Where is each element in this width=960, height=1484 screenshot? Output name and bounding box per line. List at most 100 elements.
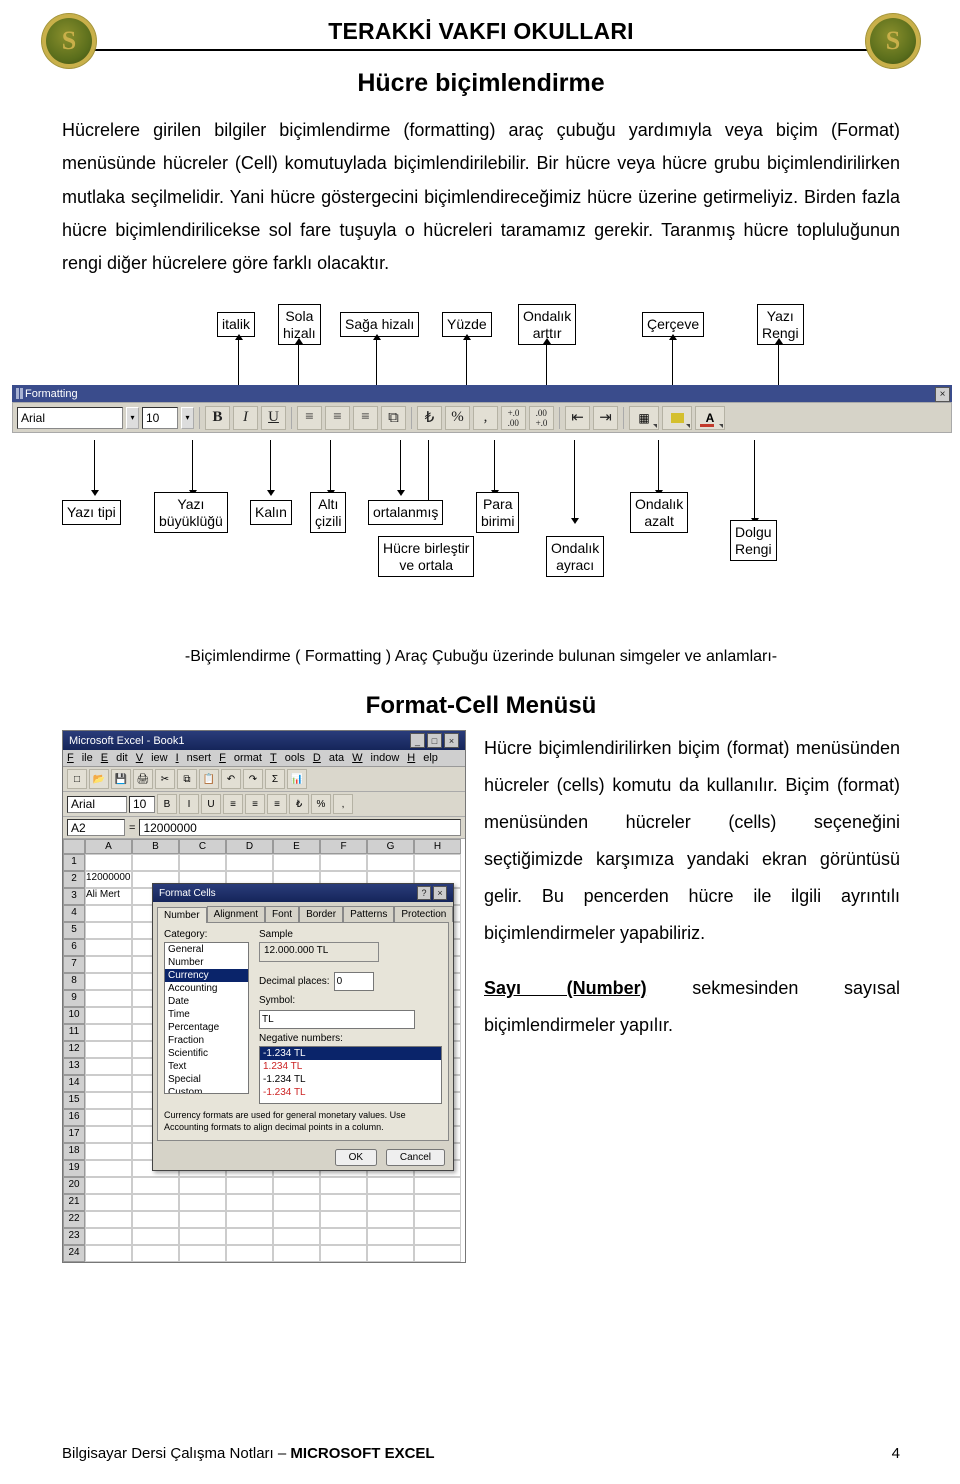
arrow-fill-color — [754, 440, 755, 518]
label-border: Çerçeve — [642, 312, 704, 336]
dialog-tabs: NumberAlignmentFontBorderPatternsProtect… — [153, 902, 453, 922]
decimal-places-input — [334, 972, 374, 991]
menu-format: Format — [219, 752, 262, 764]
menu-tools: Tools — [270, 752, 305, 764]
excel-italic-icon: I — [179, 794, 199, 814]
number-heading: Sayı (Number) sekmesinden sayısal biçiml… — [484, 970, 900, 1044]
redo-icon: ↷ — [243, 769, 263, 789]
align-left-icon: ≡ — [297, 406, 322, 430]
arrow-decimal-decrease — [658, 440, 659, 490]
font-color-icon: A — [695, 406, 725, 430]
tab-protection: Protection — [394, 906, 453, 922]
menu-data: Data — [313, 752, 344, 764]
excel-comma-icon: , — [333, 794, 353, 814]
excel-name-box-row: A2 = 12000000 — [63, 817, 465, 839]
border-icon: ▦ — [629, 406, 659, 430]
increase-decimal-icon: +.0.00 — [501, 406, 526, 430]
toolbar-titlebar: Formatting × — [12, 385, 952, 402]
excel-formula-prefix: = — [129, 822, 135, 834]
paste-icon: 📋 — [199, 769, 219, 789]
sample-label: Sample — [259, 929, 442, 940]
menu-view: View — [136, 752, 168, 764]
label-align-right: Sağa hizalı — [340, 312, 419, 336]
excel-percent-icon: % — [311, 794, 331, 814]
excel-currency-icon: ₺ — [289, 794, 309, 814]
menu-file: File — [67, 752, 93, 764]
align-right-icon: ≡ — [353, 406, 378, 430]
font-name-field: Arial — [17, 407, 123, 429]
open-icon: 📂 — [89, 769, 109, 789]
page-header: S S TERAKKİ VAKFI OKULLARI — [62, 18, 900, 45]
tab-font: Font — [265, 906, 299, 922]
excel-align-right-icon: ≡ — [267, 794, 287, 814]
excel-titlebar: Microsoft Excel - Book1 _ □ × — [63, 731, 465, 750]
toolbar-grip-icon — [16, 388, 19, 399]
excel-underline-icon: U — [201, 794, 221, 814]
tab-patterns: Patterns — [343, 906, 394, 922]
label-fill-color: Dolgu Rengi — [730, 520, 777, 560]
excel-name-box: A2 — [67, 819, 125, 836]
excel-formatting-toolbar: Arial 10 B I U ≡ ≡ ≡ ₺ % , — [63, 792, 465, 817]
decrease-decimal-icon: .00+.0 — [529, 406, 554, 430]
copy-icon: ⧉ — [177, 769, 197, 789]
fill-color-icon — [662, 406, 692, 430]
menu-edit: Edit — [101, 752, 128, 764]
arrow-centered — [400, 440, 401, 490]
section-2-paragraph: Hücre biçimlendirilirken biçim (format) … — [484, 730, 900, 951]
print-icon: 🖨 — [133, 769, 153, 789]
negative-numbers-label: Negative numbers: — [259, 1033, 442, 1044]
italic-icon: I — [233, 406, 258, 430]
label-font-size: Yazı büyüklüğü — [154, 492, 228, 532]
category-label: Category: — [164, 929, 249, 940]
chart-icon: 📊 — [287, 769, 307, 789]
arrow-decimal-separator — [574, 440, 575, 518]
excel-bold-icon: B — [157, 794, 177, 814]
dialog-note: Currency formats are used for general mo… — [164, 1110, 442, 1133]
format-cells-dialog: Format Cells ? × NumberAlignmentFontBord… — [152, 883, 454, 1170]
symbol-label: Symbol: — [259, 995, 295, 1006]
symbol-select — [259, 1010, 415, 1029]
header-rule — [62, 49, 900, 51]
excel-window-title: Microsoft Excel - Book1 — [69, 735, 185, 747]
comma-icon: , — [473, 406, 498, 430]
arrow-currency — [494, 440, 495, 490]
arrow-font-name — [94, 440, 95, 490]
dialog-close-icon: × — [433, 886, 447, 900]
sum-icon: Σ — [265, 769, 285, 789]
increase-indent-icon: ⇥ — [593, 406, 618, 430]
percent-icon: % — [445, 406, 470, 430]
label-percent: Yüzde — [442, 312, 492, 336]
arrow-bold — [270, 440, 271, 490]
label-centered: ortalanmış — [368, 500, 443, 524]
diagram-caption: -Biçimlendirme ( Formatting ) Araç Çubuğ… — [62, 648, 900, 666]
menu-help: Help — [407, 752, 438, 764]
sample-value: 12.000.000 TL — [259, 942, 379, 962]
section-title-1: Hücre biçimlendirme — [62, 69, 900, 98]
label-decimal-decrease: Ondalık azalt — [630, 492, 688, 532]
formatting-toolbar-image: Formatting × Arial ▾ 10 ▾ B I U ≡ ≡ ≡ ⧉ … — [12, 385, 952, 433]
excel-standard-toolbar: □ 📂 💾 🖨 ✂ ⧉ 📋 ↶ ↷ Σ 📊 — [63, 767, 465, 792]
align-center-icon: ≡ — [325, 406, 350, 430]
excel-menubar: FileEditViewInsertFormatToolsDataWindowH… — [63, 750, 465, 767]
underline-icon: U — [261, 406, 286, 430]
label-font-name: Yazı tipi — [62, 500, 121, 524]
page-footer: Bilgisayar Dersi Çalışma Notları – MICRO… — [62, 1445, 900, 1462]
school-logo-right: S — [866, 14, 920, 68]
section-1-paragraph: Hücrelere girilen bilgiler biçimlendirme… — [62, 114, 900, 280]
close-icon: × — [444, 733, 459, 748]
school-name: TERAKKİ VAKFI OKULLARI — [62, 18, 900, 45]
label-decimal-separator: Ondalık ayracı — [546, 536, 604, 576]
label-italic: italik — [217, 312, 255, 336]
toolbar-close-icon: × — [935, 387, 950, 402]
currency-icon: ₺ — [417, 406, 442, 430]
excel-align-center-icon: ≡ — [245, 794, 265, 814]
footer-text-bold: MICROSOFT EXCEL — [290, 1445, 434, 1462]
school-logo-left: S — [42, 14, 96, 68]
footer-text: Bilgisayar Dersi Çalışma Notları – — [62, 1445, 290, 1462]
undo-icon: ↶ — [221, 769, 241, 789]
section-title-2: Format-Cell Menüsü — [62, 692, 900, 720]
excel-font-size: 10 — [129, 796, 155, 813]
arrow-underline — [330, 440, 331, 490]
category-list: GeneralNumberCurrencyAccountingDateTimeP… — [164, 942, 249, 1094]
arrow-font-size — [192, 440, 193, 490]
